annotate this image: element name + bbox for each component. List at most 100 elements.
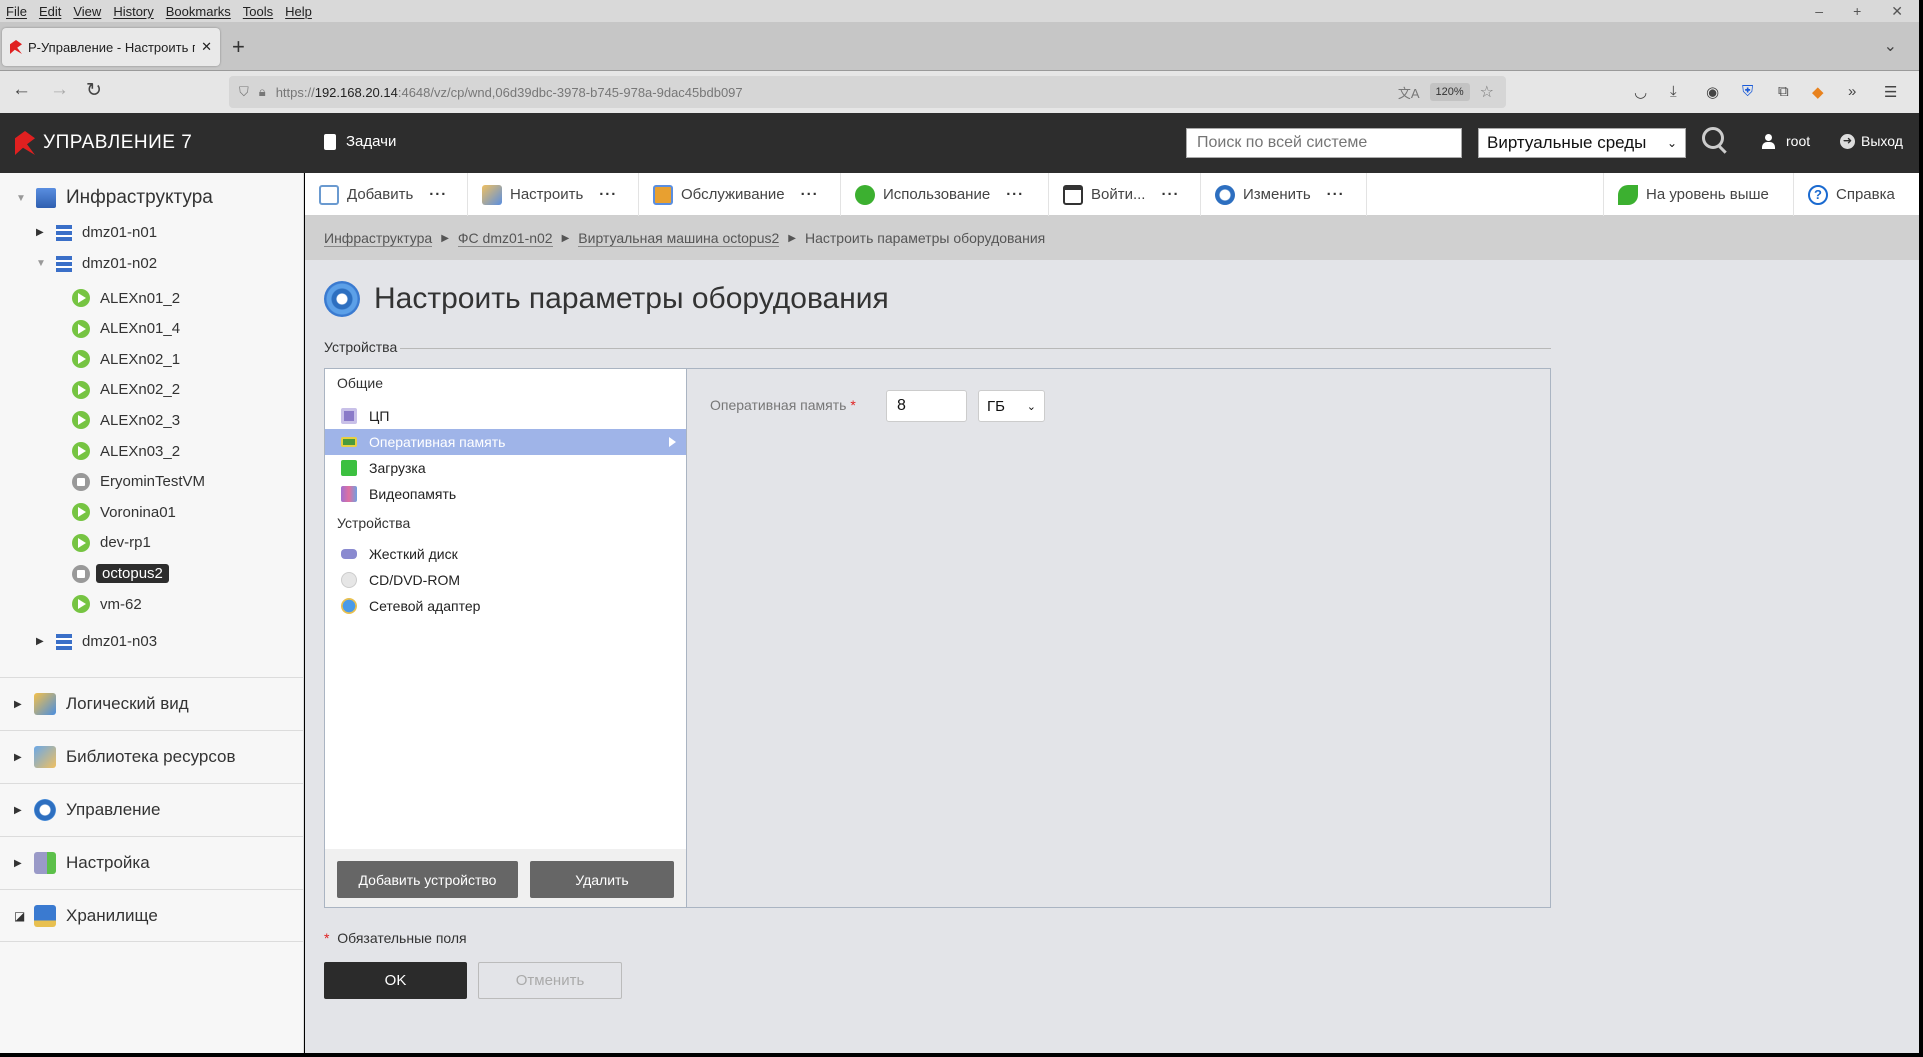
tree-item-vm[interactable]: EryominTestVM xyxy=(72,472,205,491)
tab-list-chevron-icon[interactable]: ⌄ xyxy=(1884,36,1897,56)
tree-label: ALEXn02_1 xyxy=(100,350,181,368)
reload-icon[interactable]: ↻ xyxy=(86,79,102,102)
menu-view[interactable]: View xyxy=(73,4,101,19)
ram-size-input[interactable] xyxy=(886,390,967,422)
tasks-link[interactable]: Задачи xyxy=(324,133,396,150)
search-icon[interactable] xyxy=(1702,127,1724,149)
expand-arrow-icon[interactable]: ▶ xyxy=(36,636,46,647)
breadcrumb-link[interactable]: Инфраструктура xyxy=(324,230,433,247)
forward-icon[interactable]: → xyxy=(50,79,69,101)
console-icon xyxy=(1063,184,1083,205)
download-icon[interactable]: ⤓ xyxy=(1670,83,1677,100)
add-device-button[interactable]: Добавить устройство xyxy=(337,861,518,898)
device-video[interactable]: Видеопамять xyxy=(325,481,686,507)
hamburger-menu-icon[interactable]: ☰ xyxy=(1884,83,1897,101)
tree-item-vm[interactable]: ALEXn02_2 xyxy=(72,380,180,399)
tree-item-vm[interactable]: ALEXn01_4 xyxy=(72,319,180,338)
new-tab-icon[interactable]: + xyxy=(232,34,245,60)
cancel-button[interactable]: Отменить xyxy=(478,962,622,999)
collapse-arrow-icon[interactable]: ▼ xyxy=(36,258,46,269)
extensions-icon[interactable]: ⧉ xyxy=(1778,83,1789,100)
expand-arrow-icon[interactable]: ▶ xyxy=(14,805,24,816)
expand-arrow-icon[interactable]: ▶ xyxy=(14,699,24,710)
tree-item-infrastructure[interactable]: ▼ Инфраструктура xyxy=(16,187,213,209)
logout-link[interactable]: ➜ Выход xyxy=(1840,133,1903,149)
toolbar-help[interactable]: ? Справка xyxy=(1794,173,1919,216)
ram-unit-select[interactable]: ГБ ⌄ xyxy=(978,390,1045,422)
menu-tools[interactable]: Tools xyxy=(243,4,273,19)
tree-item-vm[interactable]: dev-rp1 xyxy=(72,533,151,552)
lock-icon[interactable]: 🔒︎ xyxy=(259,84,266,100)
url-bar[interactable]: ⛉ 🔒︎ https://192.168.20.14:4648/vz/cp/wn… xyxy=(229,76,1506,108)
more-icon[interactable]: ··· xyxy=(801,186,819,203)
close-tab-icon[interactable]: ✕ xyxy=(201,39,212,55)
menu-file[interactable]: File xyxy=(6,4,27,19)
menu-help[interactable]: Help xyxy=(285,4,312,19)
toolbar-change[interactable]: Изменить ··· xyxy=(1201,173,1367,216)
expand-arrow-icon[interactable]: ▶ xyxy=(36,227,46,238)
toolbar-maintenance[interactable]: Обслуживание ··· xyxy=(639,173,841,216)
more-icon[interactable]: ··· xyxy=(429,186,447,203)
back-icon[interactable]: ← xyxy=(12,79,31,101)
more-icon[interactable]: ··· xyxy=(1006,186,1024,203)
toolbar-configure[interactable]: Настроить ··· xyxy=(468,173,639,216)
tree-item-node[interactable]: ▼ dmz01-n02 xyxy=(36,255,157,272)
zoom-level[interactable]: 120% xyxy=(1429,83,1470,101)
tree-item-vm[interactable]: ALEXn03_2 xyxy=(72,442,180,460)
expand-arrow-icon[interactable]: ▶ xyxy=(14,858,24,869)
shield-icon[interactable]: ⛉ xyxy=(239,84,249,100)
maximize-icon[interactable]: + xyxy=(1853,3,1861,20)
device-cpu[interactable]: ЦП xyxy=(325,403,686,429)
overflow-icon[interactable]: » xyxy=(1848,83,1856,100)
metamask-icon[interactable]: ◆ xyxy=(1812,83,1824,101)
menu-bookmarks[interactable]: Bookmarks xyxy=(166,4,231,19)
sidebar-section-logical-view[interactable]: ▶ Логический вид xyxy=(0,677,304,730)
expand-arrow-icon[interactable]: ▶ xyxy=(14,752,24,763)
app-logo[interactable]: УПРАВЛЕНИЕ 7 xyxy=(15,131,192,155)
bookmark-star-icon[interactable]: ☆ xyxy=(1480,82,1494,102)
translate-icon[interactable]: 文A xyxy=(1398,83,1420,102)
tree-item-node[interactable]: ▶ dmz01-n01 xyxy=(36,224,157,241)
tree-item-vm[interactable]: ALEXn02_1 xyxy=(72,350,181,369)
browser-tab[interactable]: Р-Управление - Настроить па ✕ xyxy=(2,28,220,66)
global-search-input[interactable] xyxy=(1186,128,1462,158)
device-boot[interactable]: Загрузка xyxy=(325,455,686,481)
sidebar-section-storage[interactable]: ◪ Хранилище xyxy=(0,889,304,942)
environment-select[interactable]: Виртуальные среды ⌄ xyxy=(1478,128,1686,158)
toolbar-usage[interactable]: Использование ··· xyxy=(841,173,1049,216)
bitwarden-icon[interactable]: ⛨ xyxy=(1742,83,1753,100)
sidebar-section-resource-library[interactable]: ▶ Библиотека ресурсов xyxy=(0,730,304,783)
collapse-arrow-icon[interactable]: ▼ xyxy=(16,193,26,204)
tree-item-vm[interactable]: ALEXn01_2 xyxy=(72,289,180,307)
toolbar-login[interactable]: Войти... ··· xyxy=(1049,173,1201,216)
account-icon[interactable]: ◉ xyxy=(1706,83,1719,101)
tree-item-vm[interactable]: ALEXn02_3 xyxy=(72,411,180,430)
tree-label: dev-rp1 xyxy=(100,534,151,552)
menu-edit[interactable]: Edit xyxy=(39,4,61,19)
device-ram[interactable]: Оперативная память xyxy=(325,429,686,455)
remove-device-button[interactable]: Удалить xyxy=(530,861,674,898)
device-cdrom[interactable]: CD/DVD-ROM xyxy=(325,567,686,593)
sidebar-section-settings[interactable]: ▶ Настройка xyxy=(0,836,304,889)
tree-item-vm[interactable]: vm-62 xyxy=(72,595,142,613)
minimize-icon[interactable]: – xyxy=(1815,3,1823,20)
tree-item-vm[interactable]: Voronina01 xyxy=(72,503,176,522)
user-menu[interactable]: root xyxy=(1762,133,1810,149)
tree-item-node[interactable]: ▶ dmz01-n03 xyxy=(36,633,157,650)
ok-button[interactable]: OK xyxy=(324,962,467,999)
toolbar-up-level[interactable]: На уровень выше xyxy=(1603,173,1794,216)
device-network[interactable]: Сетевой адаптер xyxy=(325,593,686,619)
more-icon[interactable]: ··· xyxy=(599,186,617,203)
pocket-icon[interactable]: ◡ xyxy=(1634,83,1647,101)
close-window-icon[interactable]: ✕ xyxy=(1891,3,1903,20)
tree-item-vm[interactable]: octopus2 xyxy=(72,564,169,584)
more-icon[interactable]: ··· xyxy=(1161,186,1179,203)
toolbar-add[interactable]: Добавить ··· xyxy=(305,173,468,216)
menu-history[interactable]: History xyxy=(113,4,153,19)
breadcrumb-link[interactable]: Виртуальная машина octopus2 xyxy=(578,230,780,247)
device-hdd[interactable]: Жесткий диск xyxy=(325,541,686,567)
storage-toggle-icon[interactable]: ◪ xyxy=(14,909,25,923)
more-icon[interactable]: ··· xyxy=(1327,186,1345,203)
sidebar-section-management[interactable]: ▶ Управление xyxy=(0,783,304,836)
breadcrumb-link[interactable]: ФС dmz01-n02 xyxy=(457,230,553,247)
